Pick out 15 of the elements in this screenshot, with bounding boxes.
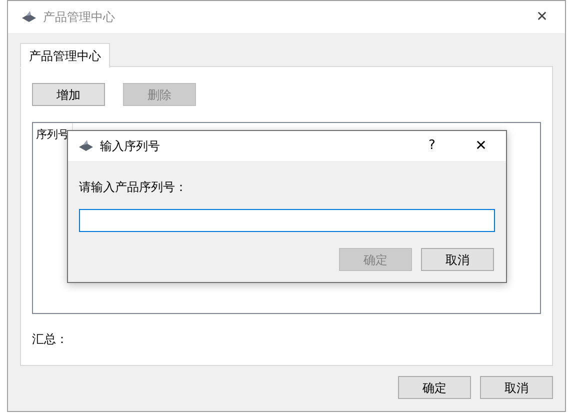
help-button[interactable]: ? [412, 134, 452, 158]
app-icon [21, 11, 37, 23]
close-button[interactable]: ✕ [458, 134, 504, 158]
cancel-button[interactable]: 取消 [480, 376, 553, 399]
prompt-label: 请输入产品序列号： [79, 179, 188, 196]
close-button[interactable]: ✕ [527, 5, 557, 29]
tab[interactable]: 产品管理中心 [20, 43, 110, 68]
app-icon [78, 140, 94, 152]
window-title: 产品管理中心 [43, 9, 115, 26]
add-button[interactable]: 增加 [32, 83, 105, 106]
cancel-button[interactable]: 取消 [421, 248, 494, 271]
serial-input-field[interactable] [79, 209, 495, 232]
dialog-title: 输入序列号 [100, 138, 160, 155]
summary-label: 汇总： [32, 331, 69, 348]
ok-button[interactable]: 确定 [398, 376, 471, 399]
